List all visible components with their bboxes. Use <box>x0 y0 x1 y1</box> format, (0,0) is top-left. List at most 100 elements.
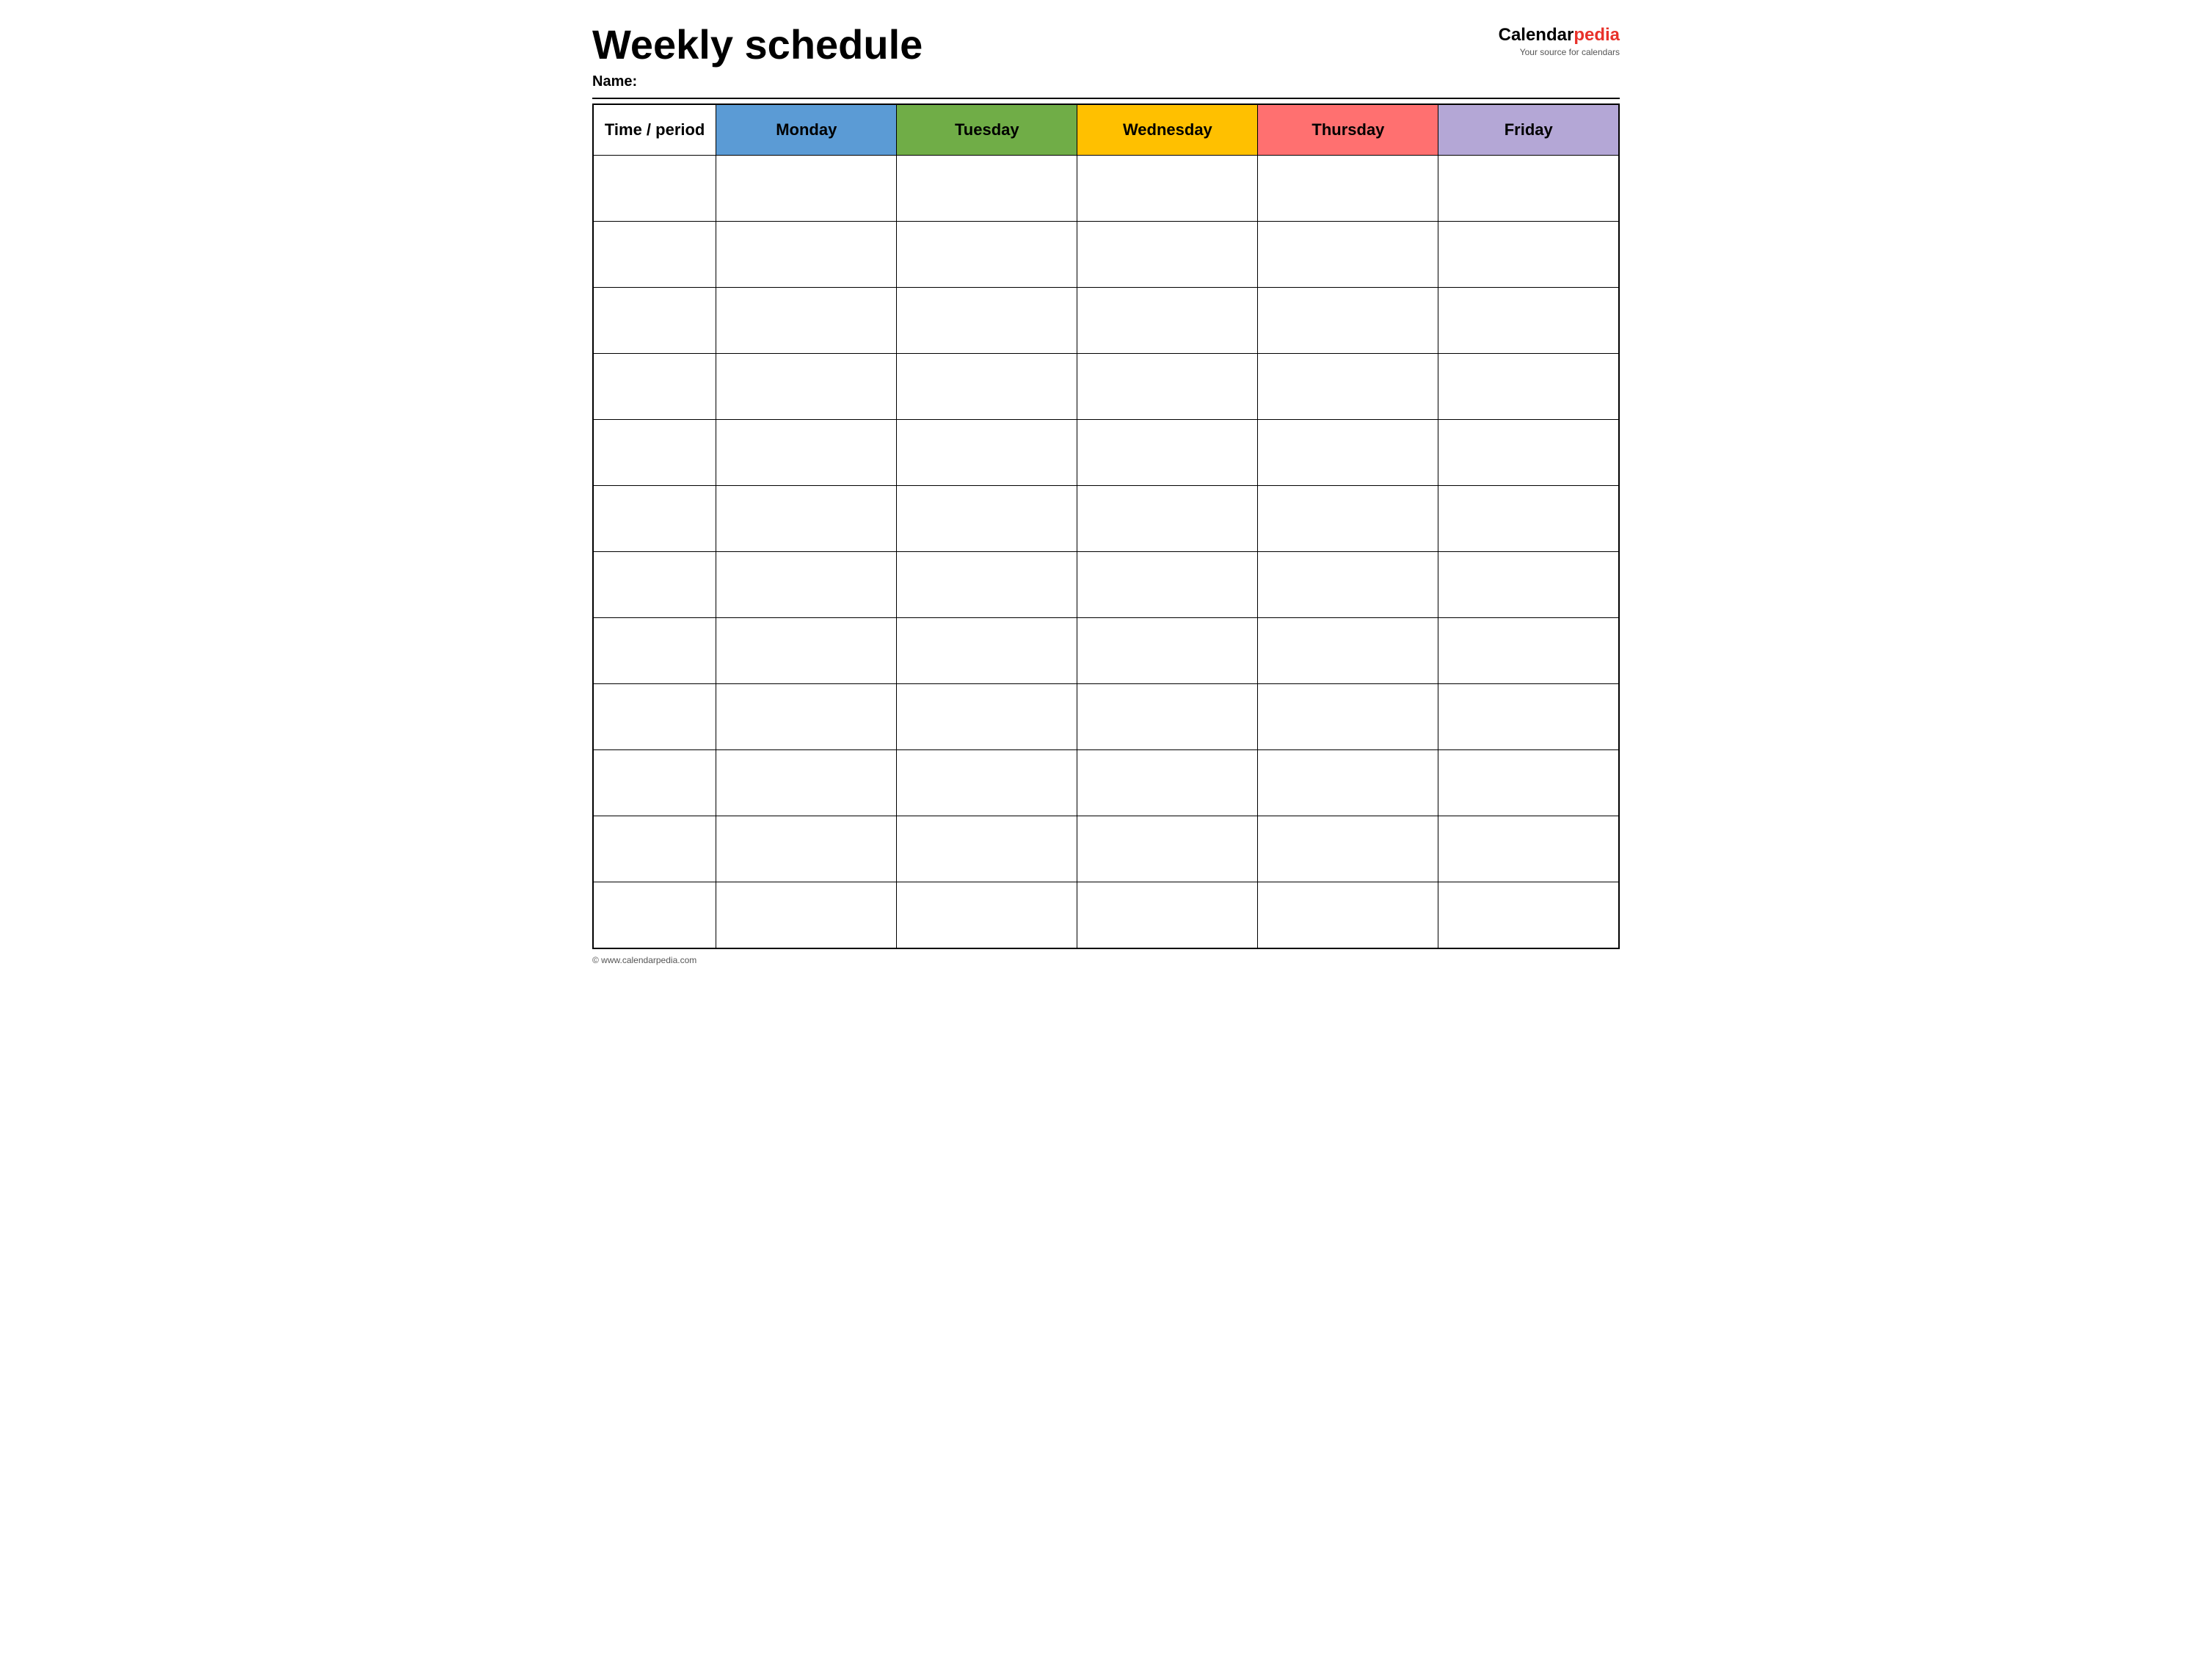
col-header-time: Time / period <box>593 104 716 156</box>
schedule-cell[interactable] <box>716 420 897 486</box>
header-section: Weekly schedule Name: Calendarpedia Your… <box>592 22 1620 90</box>
table-row <box>593 222 1619 288</box>
schedule-cell[interactable] <box>1438 882 1619 948</box>
schedule-cell[interactable] <box>897 156 1077 222</box>
schedule-cell[interactable] <box>897 882 1077 948</box>
schedule-cell[interactable] <box>1077 486 1258 552</box>
table-row <box>593 618 1619 684</box>
schedule-cell[interactable] <box>1438 684 1619 750</box>
time-cell[interactable] <box>593 552 716 618</box>
schedule-cell[interactable] <box>897 420 1077 486</box>
table-row <box>593 816 1619 882</box>
schedule-cell[interactable] <box>1258 156 1438 222</box>
schedule-cell[interactable] <box>1077 156 1258 222</box>
schedule-cell[interactable] <box>1077 750 1258 816</box>
schedule-cell[interactable] <box>897 288 1077 354</box>
schedule-cell[interactable] <box>716 222 897 288</box>
header-row: Time / period Monday Tuesday Wednesday T… <box>593 104 1619 156</box>
col-header-friday: Friday <box>1438 104 1619 156</box>
logo-pedia-part: pedia <box>1573 25 1620 45</box>
time-cell[interactable] <box>593 684 716 750</box>
table-row <box>593 288 1619 354</box>
schedule-cell[interactable] <box>716 288 897 354</box>
page-title: Weekly schedule <box>592 22 923 68</box>
schedule-cell[interactable] <box>716 486 897 552</box>
schedule-cell[interactable] <box>716 882 897 948</box>
col-header-wednesday: Wednesday <box>1077 104 1258 156</box>
schedule-cell[interactable] <box>716 156 897 222</box>
time-cell[interactable] <box>593 816 716 882</box>
schedule-cell[interactable] <box>1077 882 1258 948</box>
schedule-cell[interactable] <box>897 684 1077 750</box>
schedule-cell[interactable] <box>897 222 1077 288</box>
schedule-cell[interactable] <box>1438 750 1619 816</box>
logo-calendar-part: Calendar <box>1499 25 1574 45</box>
schedule-cell[interactable] <box>1077 816 1258 882</box>
schedule-cell[interactable] <box>897 354 1077 420</box>
schedule-cell[interactable] <box>897 750 1077 816</box>
col-header-tuesday: Tuesday <box>897 104 1077 156</box>
schedule-cell[interactable] <box>716 684 897 750</box>
schedule-cell[interactable] <box>716 816 897 882</box>
schedule-cell[interactable] <box>1438 288 1619 354</box>
schedule-table: Time / period Monday Tuesday Wednesday T… <box>592 104 1620 949</box>
schedule-cell[interactable] <box>1438 156 1619 222</box>
time-cell[interactable] <box>593 486 716 552</box>
schedule-cell[interactable] <box>1077 354 1258 420</box>
schedule-cell[interactable] <box>1438 618 1619 684</box>
col-header-thursday: Thursday <box>1258 104 1438 156</box>
schedule-cell[interactable] <box>897 618 1077 684</box>
time-cell[interactable] <box>593 354 716 420</box>
time-cell[interactable] <box>593 618 716 684</box>
name-label: Name: <box>592 73 923 90</box>
schedule-cell[interactable] <box>1258 222 1438 288</box>
footer-url: © www.calendarpedia.com <box>592 955 1620 965</box>
schedule-cell[interactable] <box>1258 420 1438 486</box>
logo-text: Calendarpedia <box>1499 25 1620 46</box>
schedule-cell[interactable] <box>1077 288 1258 354</box>
schedule-cell[interactable] <box>1258 288 1438 354</box>
schedule-cell[interactable] <box>1077 684 1258 750</box>
title-area: Weekly schedule Name: <box>592 22 923 90</box>
schedule-cell[interactable] <box>1258 816 1438 882</box>
schedule-cell[interactable] <box>716 750 897 816</box>
schedule-cell[interactable] <box>1258 354 1438 420</box>
page-container: Weekly schedule Name: Calendarpedia Your… <box>592 22 1620 965</box>
schedule-cell[interactable] <box>1438 222 1619 288</box>
schedule-cell[interactable] <box>716 354 897 420</box>
schedule-cell[interactable] <box>1438 552 1619 618</box>
separator-line <box>592 98 1620 99</box>
schedule-body <box>593 156 1619 948</box>
schedule-cell[interactable] <box>1258 684 1438 750</box>
schedule-cell[interactable] <box>1258 552 1438 618</box>
schedule-cell[interactable] <box>1258 750 1438 816</box>
time-cell[interactable] <box>593 288 716 354</box>
schedule-cell[interactable] <box>897 486 1077 552</box>
time-cell[interactable] <box>593 156 716 222</box>
schedule-cell[interactable] <box>897 816 1077 882</box>
schedule-cell[interactable] <box>1077 618 1258 684</box>
time-cell[interactable] <box>593 882 716 948</box>
schedule-cell[interactable] <box>1258 618 1438 684</box>
time-cell[interactable] <box>593 750 716 816</box>
time-cell[interactable] <box>593 420 716 486</box>
table-row <box>593 420 1619 486</box>
table-row <box>593 486 1619 552</box>
schedule-cell[interactable] <box>1258 882 1438 948</box>
schedule-cell[interactable] <box>1438 420 1619 486</box>
schedule-cell[interactable] <box>897 552 1077 618</box>
time-cell[interactable] <box>593 222 716 288</box>
table-row <box>593 552 1619 618</box>
schedule-cell[interactable] <box>1077 420 1258 486</box>
schedule-cell[interactable] <box>1438 816 1619 882</box>
schedule-cell[interactable] <box>716 618 897 684</box>
schedule-cell[interactable] <box>1077 222 1258 288</box>
logo-tagline: Your source for calendars <box>1520 47 1620 57</box>
schedule-cell[interactable] <box>716 552 897 618</box>
schedule-cell[interactable] <box>1438 486 1619 552</box>
col-header-monday: Monday <box>716 104 897 156</box>
schedule-cell[interactable] <box>1438 354 1619 420</box>
schedule-cell[interactable] <box>1077 552 1258 618</box>
table-row <box>593 750 1619 816</box>
schedule-cell[interactable] <box>1258 486 1438 552</box>
